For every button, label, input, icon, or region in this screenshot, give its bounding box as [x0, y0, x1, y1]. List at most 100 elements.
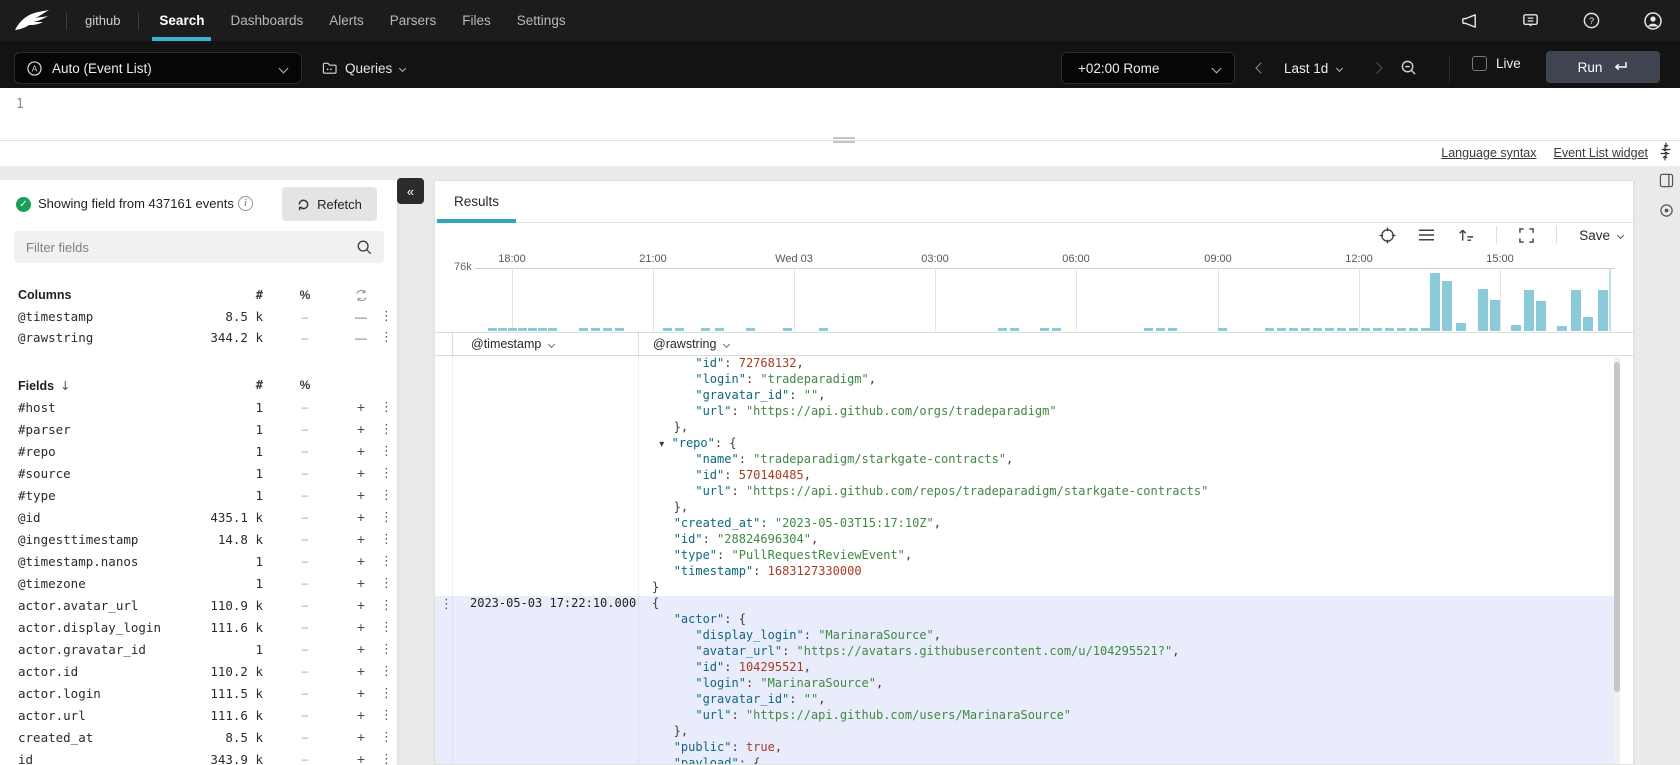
run-button[interactable]: Run — [1546, 51, 1660, 83]
histogram-bar[interactable] — [1571, 290, 1581, 331]
field-row[interactable]: #source1–+⋮ — [0, 462, 398, 484]
save-dropdown[interactable]: Save — [1579, 228, 1623, 243]
kebab-menu-icon[interactable]: ⋮ — [375, 444, 398, 459]
histogram-bar[interactable] — [548, 328, 557, 331]
histogram-bar[interactable] — [1456, 323, 1466, 331]
histogram-bar[interactable] — [1478, 289, 1488, 331]
histogram-bar[interactable] — [498, 328, 507, 331]
field-row[interactable]: #type1–+⋮ — [0, 484, 398, 506]
rawstring-column-header[interactable]: @rawstring — [638, 333, 1633, 355]
histogram-bar[interactable] — [1218, 328, 1227, 331]
event-row[interactable]: ⋮2023-05-03 17:22:10.000{ "actor": { "di… — [435, 596, 1616, 765]
add-field-icon[interactable]: + — [347, 421, 375, 437]
histogram-bar[interactable] — [1536, 301, 1546, 331]
histogram-bar[interactable] — [615, 328, 624, 331]
field-row[interactable]: @timezone1–+⋮ — [0, 572, 398, 594]
histogram-bar[interactable] — [663, 328, 672, 331]
live-toggle[interactable]: Live — [1472, 56, 1521, 71]
histogram-bar[interactable] — [1277, 328, 1286, 331]
add-field-icon[interactable]: + — [347, 641, 375, 657]
kebab-menu-icon[interactable]: ⋮ — [375, 642, 398, 657]
remove-column-icon[interactable]: — — [347, 310, 375, 324]
histogram-bar[interactable] — [1598, 290, 1608, 331]
add-field-icon[interactable]: + — [347, 509, 375, 525]
kebab-menu-icon[interactable]: ⋮ — [375, 309, 398, 324]
repository-name[interactable]: github — [85, 13, 120, 28]
nav-item-settings[interactable]: Settings — [517, 0, 566, 41]
side-panel-toggle-icon[interactable] — [1659, 173, 1674, 188]
event-row[interactable]: "id": 72768132, "login": "tradeparadigm"… — [435, 356, 1616, 596]
editor-resize-handle[interactable] — [833, 137, 855, 145]
histogram-bar[interactable] — [1373, 328, 1382, 331]
add-field-icon[interactable]: + — [347, 685, 375, 701]
remove-column-icon[interactable]: — — [347, 331, 375, 345]
kebab-menu-icon[interactable]: ⋮ — [375, 620, 398, 635]
time-step-forward-button[interactable] — [1364, 54, 1390, 82]
field-row[interactable]: actor.id110.2 k–+⋮ — [0, 660, 398, 682]
histogram-bar[interactable] — [675, 328, 684, 331]
timezone-dropdown[interactable]: +02:00 Rome — [1061, 52, 1235, 84]
histogram-bar[interactable] — [1168, 328, 1177, 331]
query-editor[interactable]: 1 — [0, 88, 1680, 140]
kebab-menu-icon[interactable]: ⋮ — [375, 400, 398, 415]
info-icon[interactable]: i — [238, 196, 253, 211]
kebab-menu-icon[interactable]: ⋮ — [375, 598, 398, 613]
feedback-icon[interactable] — [1521, 11, 1540, 30]
histogram-bar[interactable] — [1442, 281, 1452, 331]
add-field-icon[interactable]: + — [347, 729, 375, 745]
histogram-bar[interactable] — [1040, 328, 1049, 331]
kebab-menu-icon[interactable]: ⋮ — [375, 730, 398, 745]
kebab-menu-icon[interactable]: ⋮ — [375, 686, 398, 701]
histogram-bar[interactable] — [1557, 326, 1567, 331]
refetch-button[interactable]: Refetch — [282, 187, 377, 221]
kebab-menu-icon[interactable]: ⋮ — [375, 466, 398, 481]
filter-fields-input[interactable] — [14, 231, 384, 263]
field-row[interactable]: #parser1–+⋮ — [0, 418, 398, 440]
kebab-menu-icon[interactable]: ⋮ — [375, 752, 398, 765]
field-row[interactable]: @timestamp.nanos1–+⋮ — [0, 550, 398, 572]
histogram-bar[interactable] — [1156, 328, 1165, 331]
scrollbar-thumb[interactable] — [1614, 362, 1620, 692]
nav-item-parsers[interactable]: Parsers — [390, 0, 437, 41]
histogram-bar[interactable] — [715, 328, 724, 331]
histogram-bar[interactable] — [1265, 328, 1274, 331]
field-row[interactable]: #repo1–+⋮ — [0, 440, 398, 462]
column-row[interactable]: @timestamp8.5 k–—⋮ — [0, 306, 398, 327]
add-field-icon[interactable]: + — [347, 575, 375, 591]
sort-order-icon[interactable] — [1457, 227, 1474, 243]
field-row[interactable]: id343.9 k–+⋮ — [0, 748, 398, 765]
histogram-bar[interactable] — [998, 328, 1007, 331]
histogram-bar[interactable] — [579, 328, 588, 331]
column-row[interactable]: @rawstring344.2 k–—⋮ — [0, 327, 398, 348]
histogram-bar[interactable] — [1397, 328, 1406, 331]
view-selector-dropdown[interactable]: A Auto (Event List) — [14, 52, 302, 84]
histogram-bar[interactable] — [1313, 328, 1322, 331]
help-icon[interactable]: ? — [1582, 11, 1601, 30]
add-field-icon[interactable]: + — [347, 619, 375, 635]
histogram-bar[interactable] — [746, 328, 755, 331]
histogram-bar[interactable] — [1511, 325, 1521, 331]
add-field-icon[interactable]: + — [347, 751, 375, 765]
crowdstrike-falcon-logo-icon[interactable] — [14, 8, 50, 34]
field-row[interactable]: #host1–+⋮ — [0, 396, 398, 418]
inspect-panel-icon[interactable] — [1659, 203, 1674, 218]
add-field-icon[interactable]: + — [347, 663, 375, 679]
sync-columns-icon[interactable] — [347, 289, 375, 302]
kebab-menu-icon[interactable]: ⋮ — [375, 532, 398, 547]
add-field-icon[interactable]: + — [347, 707, 375, 723]
histogram-bar[interactable] — [1430, 273, 1440, 331]
collapse-sidebar-button[interactable]: « — [397, 178, 424, 204]
histogram-bar[interactable] — [1289, 328, 1298, 331]
add-field-icon[interactable]: + — [347, 399, 375, 415]
histogram-bar[interactable] — [591, 328, 600, 331]
histogram-bar[interactable] — [1524, 290, 1534, 331]
histogram-bar[interactable] — [528, 328, 537, 331]
fields-section-title[interactable]: Fields↓ — [0, 378, 173, 393]
kebab-menu-icon[interactable]: ⋮ — [375, 488, 398, 503]
add-field-icon[interactable]: + — [347, 487, 375, 503]
time-zoom-out-icon[interactable] — [1400, 59, 1417, 76]
histogram-bar[interactable] — [508, 328, 517, 331]
histogram-bar[interactable] — [1490, 300, 1500, 331]
time-step-back-button[interactable] — [1248, 54, 1274, 82]
histogram-bar[interactable] — [1337, 328, 1346, 331]
